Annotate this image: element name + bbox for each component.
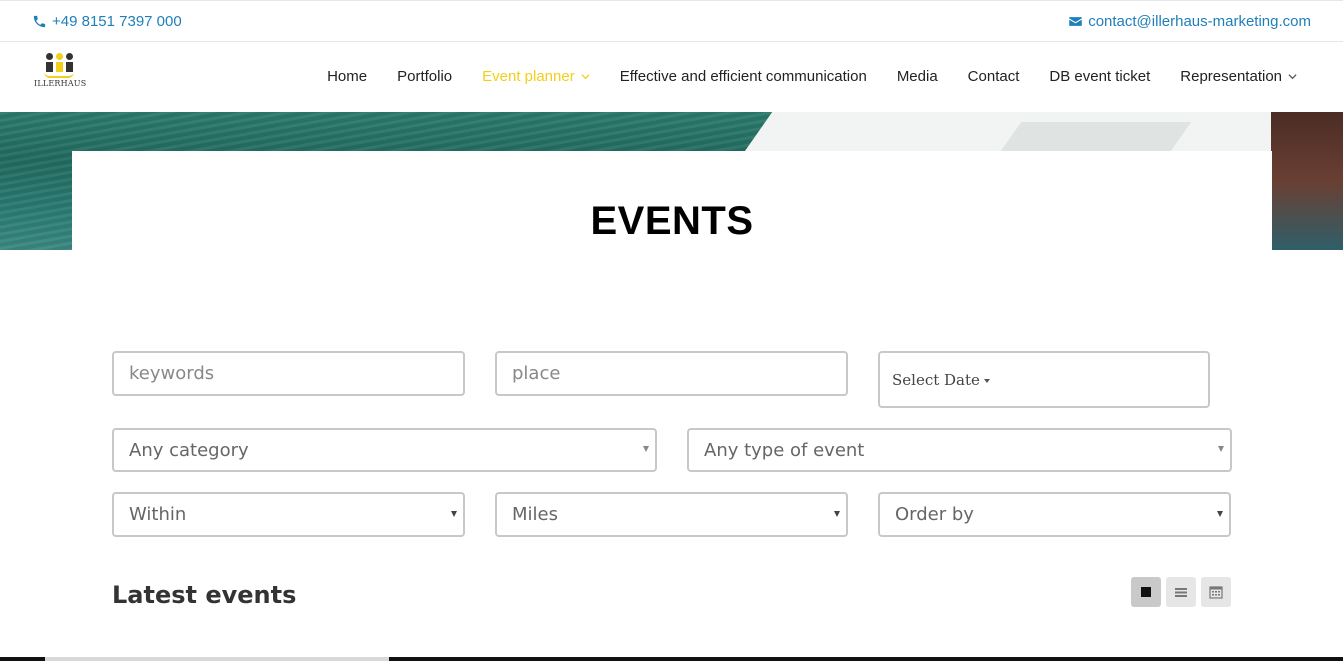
keywords-input[interactable]: keywords [112, 351, 465, 396]
logo-text: ILLERHAUS [34, 79, 87, 88]
nav-item-contact[interactable]: Contact [968, 68, 1020, 85]
dropdown-arrow-icon [1217, 510, 1223, 517]
title-card: EVENTS [72, 151, 1272, 251]
email-address: contact@illerhaus-marketing.com [1088, 13, 1311, 30]
category-select[interactable]: Any category [112, 428, 657, 472]
place-input[interactable]: place [495, 351, 848, 396]
event-cards-edge [0, 657, 1343, 661]
grid-view-icon [1141, 587, 1151, 597]
nav-item-communication[interactable]: Effective and efficient communication [620, 68, 867, 85]
units-select[interactable]: Miles [495, 492, 848, 537]
calendar-view-button[interactable] [1201, 577, 1231, 607]
nav-item-event-planner[interactable]: Event planner [482, 68, 590, 85]
main-navbar: ILLERHAUS Home Portfolio Event planner E… [0, 42, 1343, 112]
dropdown-arrow-icon [834, 510, 840, 517]
dropdown-arrow-icon [643, 446, 649, 452]
nav-item-home[interactable]: Home [327, 68, 367, 85]
date-select[interactable]: Select Date [878, 351, 1210, 408]
calendar-view-icon [1209, 586, 1223, 599]
event-type-select[interactable]: Any type of event [687, 428, 1232, 472]
dropdown-arrow-icon [1218, 446, 1224, 452]
list-view-button[interactable] [1166, 577, 1196, 607]
nav-item-representation[interactable]: Representation [1180, 68, 1297, 85]
dropdown-arrow-icon [451, 510, 457, 517]
phone-icon [33, 15, 46, 28]
site-logo[interactable]: ILLERHAUS [34, 53, 87, 99]
phone-number: +49 8151 7397 000 [52, 13, 182, 30]
phone-link[interactable]: +49 8151 7397 000 [32, 13, 182, 30]
envelope-icon [1069, 17, 1082, 26]
latest-events-heading: Latest events [112, 581, 297, 609]
nav-item-portfolio[interactable]: Portfolio [397, 68, 452, 85]
top-contact-bar: +49 8151 7397 000 contact@illerhaus-mark… [0, 0, 1343, 42]
within-select[interactable]: Within [112, 492, 465, 537]
caret-down-icon [983, 378, 990, 383]
nav-item-db-event-ticket[interactable]: DB event ticket [1049, 68, 1150, 85]
grid-view-button[interactable] [1131, 577, 1161, 607]
primary-nav: Home Portfolio Event planner Effective a… [327, 68, 1297, 85]
chevron-down-icon [581, 74, 590, 80]
email-link[interactable]: contact@illerhaus-marketing.com [1068, 13, 1311, 30]
page-title: EVENTS [590, 199, 754, 243]
order-by-select[interactable]: Order by [878, 492, 1231, 537]
list-view-icon [1175, 588, 1187, 597]
nav-item-media[interactable]: Media [897, 68, 938, 85]
chevron-down-icon [1288, 74, 1297, 80]
